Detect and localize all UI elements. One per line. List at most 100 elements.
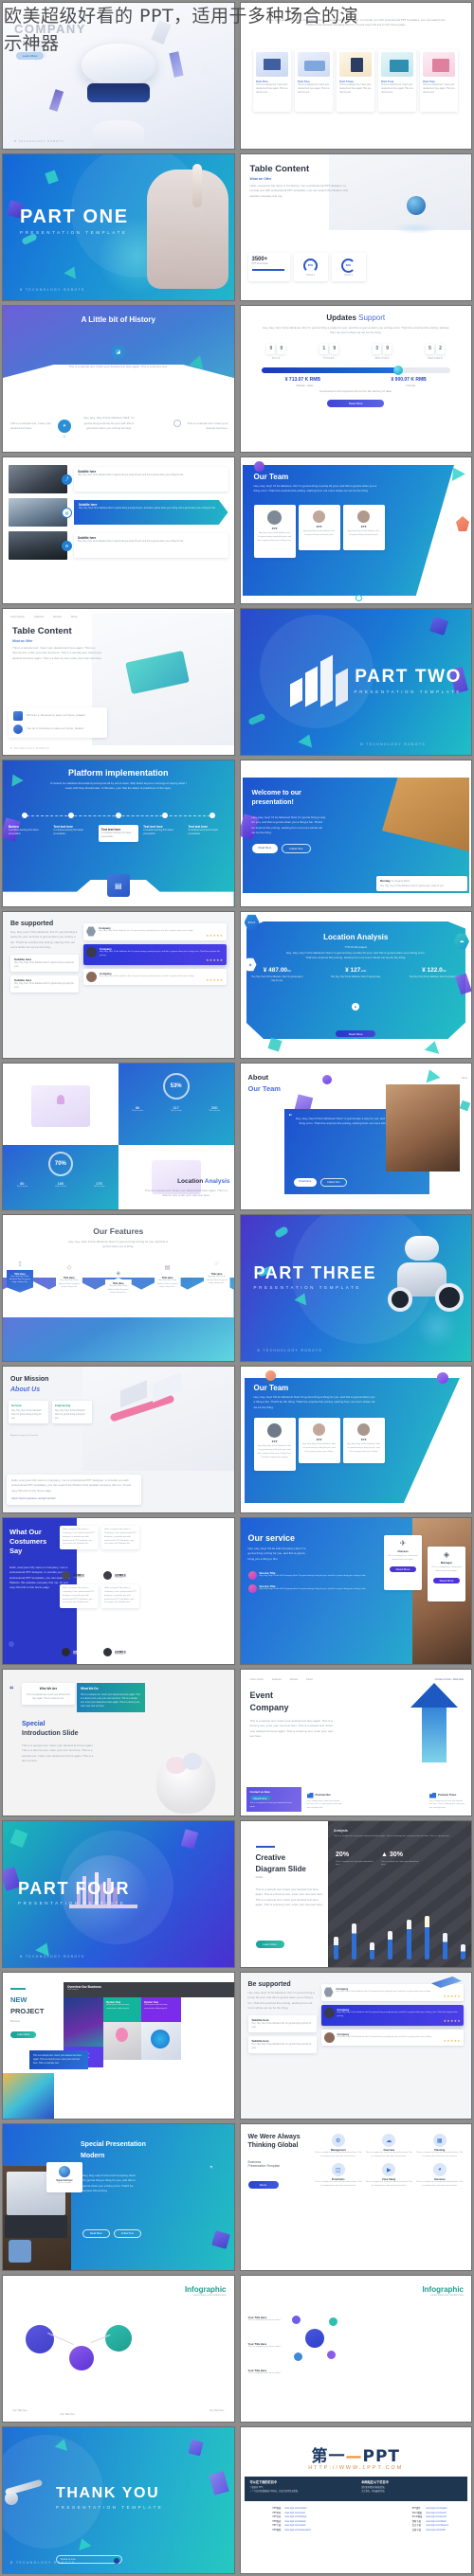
node-row[interactable]: Your Title Here This is a sample text fo… — [248, 2316, 286, 2323]
sub-card[interactable]: Subtitle here Hey, Hey, Hey! I'd be fabu… — [247, 2036, 317, 2054]
submit-icon[interactable] — [114, 2557, 119, 2564]
tg-item[interactable]: ▦ Planning This is a sample text. Insert… — [416, 2134, 465, 2159]
slide-be-supported-2[interactable]: Be supported Hey, Hey, Hey! I'd be fabul… — [239, 1972, 472, 2120]
team-member-card[interactable]: XYZ Hey, Hey, Hey, It'd be fabulous this… — [298, 505, 340, 550]
feature-item[interactable]: ☞ Title Here Hey, Hey, Hey! It'd be fabu… — [203, 1261, 230, 1294]
intro-card[interactable]: Part One This is a sample text. Insert y… — [253, 48, 292, 112]
node-circle[interactable] — [26, 2325, 54, 2353]
slide-infographic-1[interactable]: Infographic Lorem ipsum your numbers her… — [2, 2275, 235, 2423]
sub-card[interactable]: Subtitle here Hey, Hey, Hey! I'd be fabu… — [10, 955, 79, 973]
intro-card[interactable]: Part Four This is a sample text. Insert … — [378, 48, 417, 112]
slide-creative-diagram[interactable]: Analysis This is a sample text. Insert y… — [239, 1820, 472, 1968]
slide-our-service[interactable]: Our service Hey, Hey, Hey! It'd be Full … — [239, 1517, 472, 1665]
slide-history[interactable]: A Little bit of History ◪ This is a samp… — [2, 305, 235, 453]
mission-card[interactable]: General Hey, Hey, Hey! It'd be fabulous!… — [9, 1401, 48, 1424]
promo-card[interactable]: Contact us Now Read Now This is a sample… — [246, 1787, 301, 1812]
review-card[interactable]: Company Hey, Hey, Hey! I'd be fabulous t… — [83, 968, 227, 986]
price-slider[interactable] — [261, 365, 450, 375]
slide-updates-support[interactable]: Updates Support Hey, Hey, Hey! I'd be fa… — [239, 305, 472, 453]
slide-nav[interactable]: Lorem ipsum Features Review About — [10, 616, 78, 618]
subscribe-field[interactable]: Future is now — [56, 2555, 122, 2564]
quote-card[interactable]: Hello, everyone! My name is Company, I a… — [101, 1584, 139, 1609]
read-more-button[interactable]: Read More — [336, 1030, 376, 1037]
intro-card[interactable]: Part Five This is a sample text. Insert … — [420, 48, 459, 112]
footer-link-url[interactable]: www.1ppt.com/shiti/ — [426, 2529, 448, 2533]
slide-infographic-2[interactable]: Infographic Lorem ipsum your numbers her… — [239, 2275, 472, 2423]
what-we-do-card[interactable]: What We Do This is a sample text. Insert… — [77, 1683, 145, 1713]
sub-card[interactable]: Subtitle here Hey, Hey, Hey! I'd be fabu… — [247, 2015, 317, 2033]
nav-item[interactable]: Review — [53, 616, 62, 618]
tg-item[interactable]: ◕ Overview This is a sample text. Insert… — [416, 2163, 465, 2189]
slide-part-one[interactable]: PART ONE PRESENTATION TEMPLATE B TECHNOL… — [2, 153, 235, 301]
play-icon[interactable]: ▶ — [352, 1003, 360, 1011]
demo-button[interactable]: Demo — [247, 2181, 279, 2189]
node-row[interactable]: Your Title Here This is a sample text fo… — [248, 2342, 286, 2350]
nav-item[interactable]: About — [306, 1678, 313, 1681]
footer-link-label[interactable]: 试卷下载 — [412, 2529, 423, 2533]
mission-link[interactable]: https://www.pptstore.net/pptmuban/ — [11, 1496, 137, 1501]
subtitle-row[interactable]: ⚙ Subtitle here Hey, Hey, Hey! I'd be fa… — [9, 531, 228, 560]
slide-part-two[interactable]: PART TWO PRESENTATION TEMPLATE B TECHNOL… — [239, 608, 472, 756]
slide-intro-cards[interactable]: Hello, everyone! My name is Company, I a… — [239, 2, 472, 150]
tg-item[interactable]: ◫ Flowcharts This is a sample text. Inse… — [315, 2163, 363, 2189]
read-more-button[interactable]: Read More — [390, 1565, 416, 1572]
review-card[interactable]: Company Hey, Hey, Hey! I'd be fabulous t… — [83, 923, 227, 940]
intro-card[interactable]: Part Two This is a sample text. Insert y… — [295, 48, 334, 112]
review-card-active[interactable]: Company Hey, Hey, Hey! I'd be fabulous t… — [83, 943, 227, 965]
read-more-button[interactable]: Read More — [82, 2229, 110, 2238]
feature-item-active[interactable]: ▯ Title Here Hey, Hey, Hey! It'd be fabu… — [7, 1261, 33, 1293]
promo-cta[interactable]: Read Now — [249, 1796, 271, 1800]
slide-location-analysis-1[interactable]: B-Tech ☁ ◈ Location Analysis 77% Profit … — [239, 911, 472, 1059]
follow-tour-button[interactable]: Follow Tour — [320, 1178, 347, 1187]
review-card-active[interactable]: Company Hey, Hey, Hey! I'd be fabulous t… — [320, 2004, 464, 2026]
slide-costumers-say[interactable]: What Our Costumers Say Hello, everyone! … — [2, 1517, 235, 1665]
slide-table-content-1[interactable]: Table Content What we Offer Hello, every… — [239, 153, 472, 301]
team-member-card[interactable]: XYZ Hey, Hey, Hey, It'd be fabulous! Now… — [298, 1418, 340, 1463]
slide-brand-footer[interactable]: 第一—PPT HTTP://WWW.1PPT.COM 可以在下面的栏目中 下载更… — [239, 2426, 472, 2574]
quote-card[interactable]: Hello, everyone! My name is Company, I a… — [60, 1526, 98, 1550]
review-card[interactable]: Company Hey, Hey, Hey! I'd be fabulous t… — [320, 2029, 464, 2047]
team-member-card[interactable]: XYZ Hey, Hey, Hey, It'd be fabulous! Now… — [253, 1418, 296, 1471]
slide-platform-implementation[interactable]: Platform implementation If context for s… — [2, 760, 235, 907]
read-more-button[interactable]: Read More — [327, 399, 385, 407]
timeline-step-popup[interactable]: Text text here A complete learning from … — [98, 825, 138, 843]
tg-item[interactable]: ⚙ Management This is a sample text. Inse… — [315, 2134, 363, 2159]
footer-link-url[interactable]: www.1ppt.com/powerpoint/ — [284, 2529, 310, 2533]
who-we-are-card[interactable]: Who We Are This is a sample text. Insert… — [22, 1683, 75, 1706]
mission-card[interactable]: Engineering Hey, Hey, Hey! It'd be fabul… — [52, 1401, 92, 1424]
slide-subtitle-list[interactable]: ⤴ Subtitle here Hey, Hey, Hey! I'd be fa… — [2, 456, 235, 604]
learn-more-button[interactable]: Learn More — [255, 1941, 284, 1948]
team-member-card[interactable]: XYZ Hey, Hey, Hey, It'd be fabulous this… — [342, 505, 385, 550]
slide-part-four[interactable]: PART FOUR PRESENTATION TEMPLATE B TECHNO… — [2, 1820, 235, 1968]
cover-badge[interactable]: Learn More — [16, 52, 45, 60]
footer-link-url[interactable]: www.1ppt.com/kejian/ — [426, 2507, 448, 2512]
node-circle[interactable] — [69, 2346, 94, 2370]
nav-item[interactable]: Review — [290, 1678, 298, 1681]
intro-card[interactable]: Part Three This is a sample text. Insert… — [337, 48, 375, 112]
read-more-button[interactable]: Read More — [251, 844, 279, 853]
slide-event-company[interactable]: Lorem ipsum Features Review About Contac… — [239, 1669, 472, 1816]
learn-more-button[interactable]: Learn More — [10, 2031, 37, 2038]
nav-item[interactable]: Features — [34, 616, 44, 618]
nav-item[interactable]: About — [71, 616, 78, 618]
footer-links-right[interactable]: PPT课件 Word模板 Excel模板 资料下载 范文下载 试卷下载 www.… — [412, 2507, 448, 2533]
slide-thinking-global[interactable]: We Were Always Thinking Global Business … — [239, 2123, 472, 2271]
service-card[interactable]: ◈ Manager This is a sample text. Insert … — [428, 1547, 465, 1601]
footer-link-label[interactable]: PPT模板 — [273, 2507, 282, 2512]
subtitle-row[interactable]: ⤴ Subtitle here Hey, Hey, Hey! I'd be fa… — [9, 465, 228, 493]
read-more-button[interactable]: Read More — [433, 1577, 460, 1583]
event-nav-right[interactable]: Contact us Now – Book Now — [435, 1678, 464, 1681]
feature-item[interactable]: ◇ Title Here Hey, Hey, Hey! It'd be fabu… — [55, 1264, 82, 1297]
footer-links-left[interactable]: PPT模板 PPT素材 PPT背景 PPT图表 PPT下载 PPT教程 www.… — [273, 2507, 311, 2533]
slider-thumb[interactable] — [393, 365, 404, 375]
slide-about-our-team[interactable]: About Our Team “ Hey, Hey, Hey! It'd be … — [239, 1063, 472, 1210]
slide-special-intro[interactable]: “ Who We Are This is a sample text. Inse… — [2, 1669, 235, 1816]
event-nav[interactable]: Lorem ipsum Features Review About — [250, 1678, 313, 1681]
feature-item[interactable]: ◈ Title Here Hey, Hey, Hey! It'd be fabu… — [104, 1270, 132, 1303]
feature-item[interactable]: ▤ Title Here Hey, Hey, Hey! It'd be fabu… — [154, 1264, 181, 1297]
slide-new-project[interactable]: NEW PROJECT Business Learn More Overview… — [2, 1972, 235, 2120]
subtitle-row[interactable]: ▤ Subtitle here Hey, Hey, Hey! I'd be fa… — [9, 498, 228, 527]
sub-card[interactable]: Subtitle here Hey, Hey, Hey! I'd be fabu… — [10, 975, 79, 993]
slide-special-presentation[interactable]: Some text here This is a sample Special … — [2, 2123, 235, 2271]
tile[interactable]: Option Two Lorem ipsum dolor sit amet, c… — [141, 1997, 181, 2022]
